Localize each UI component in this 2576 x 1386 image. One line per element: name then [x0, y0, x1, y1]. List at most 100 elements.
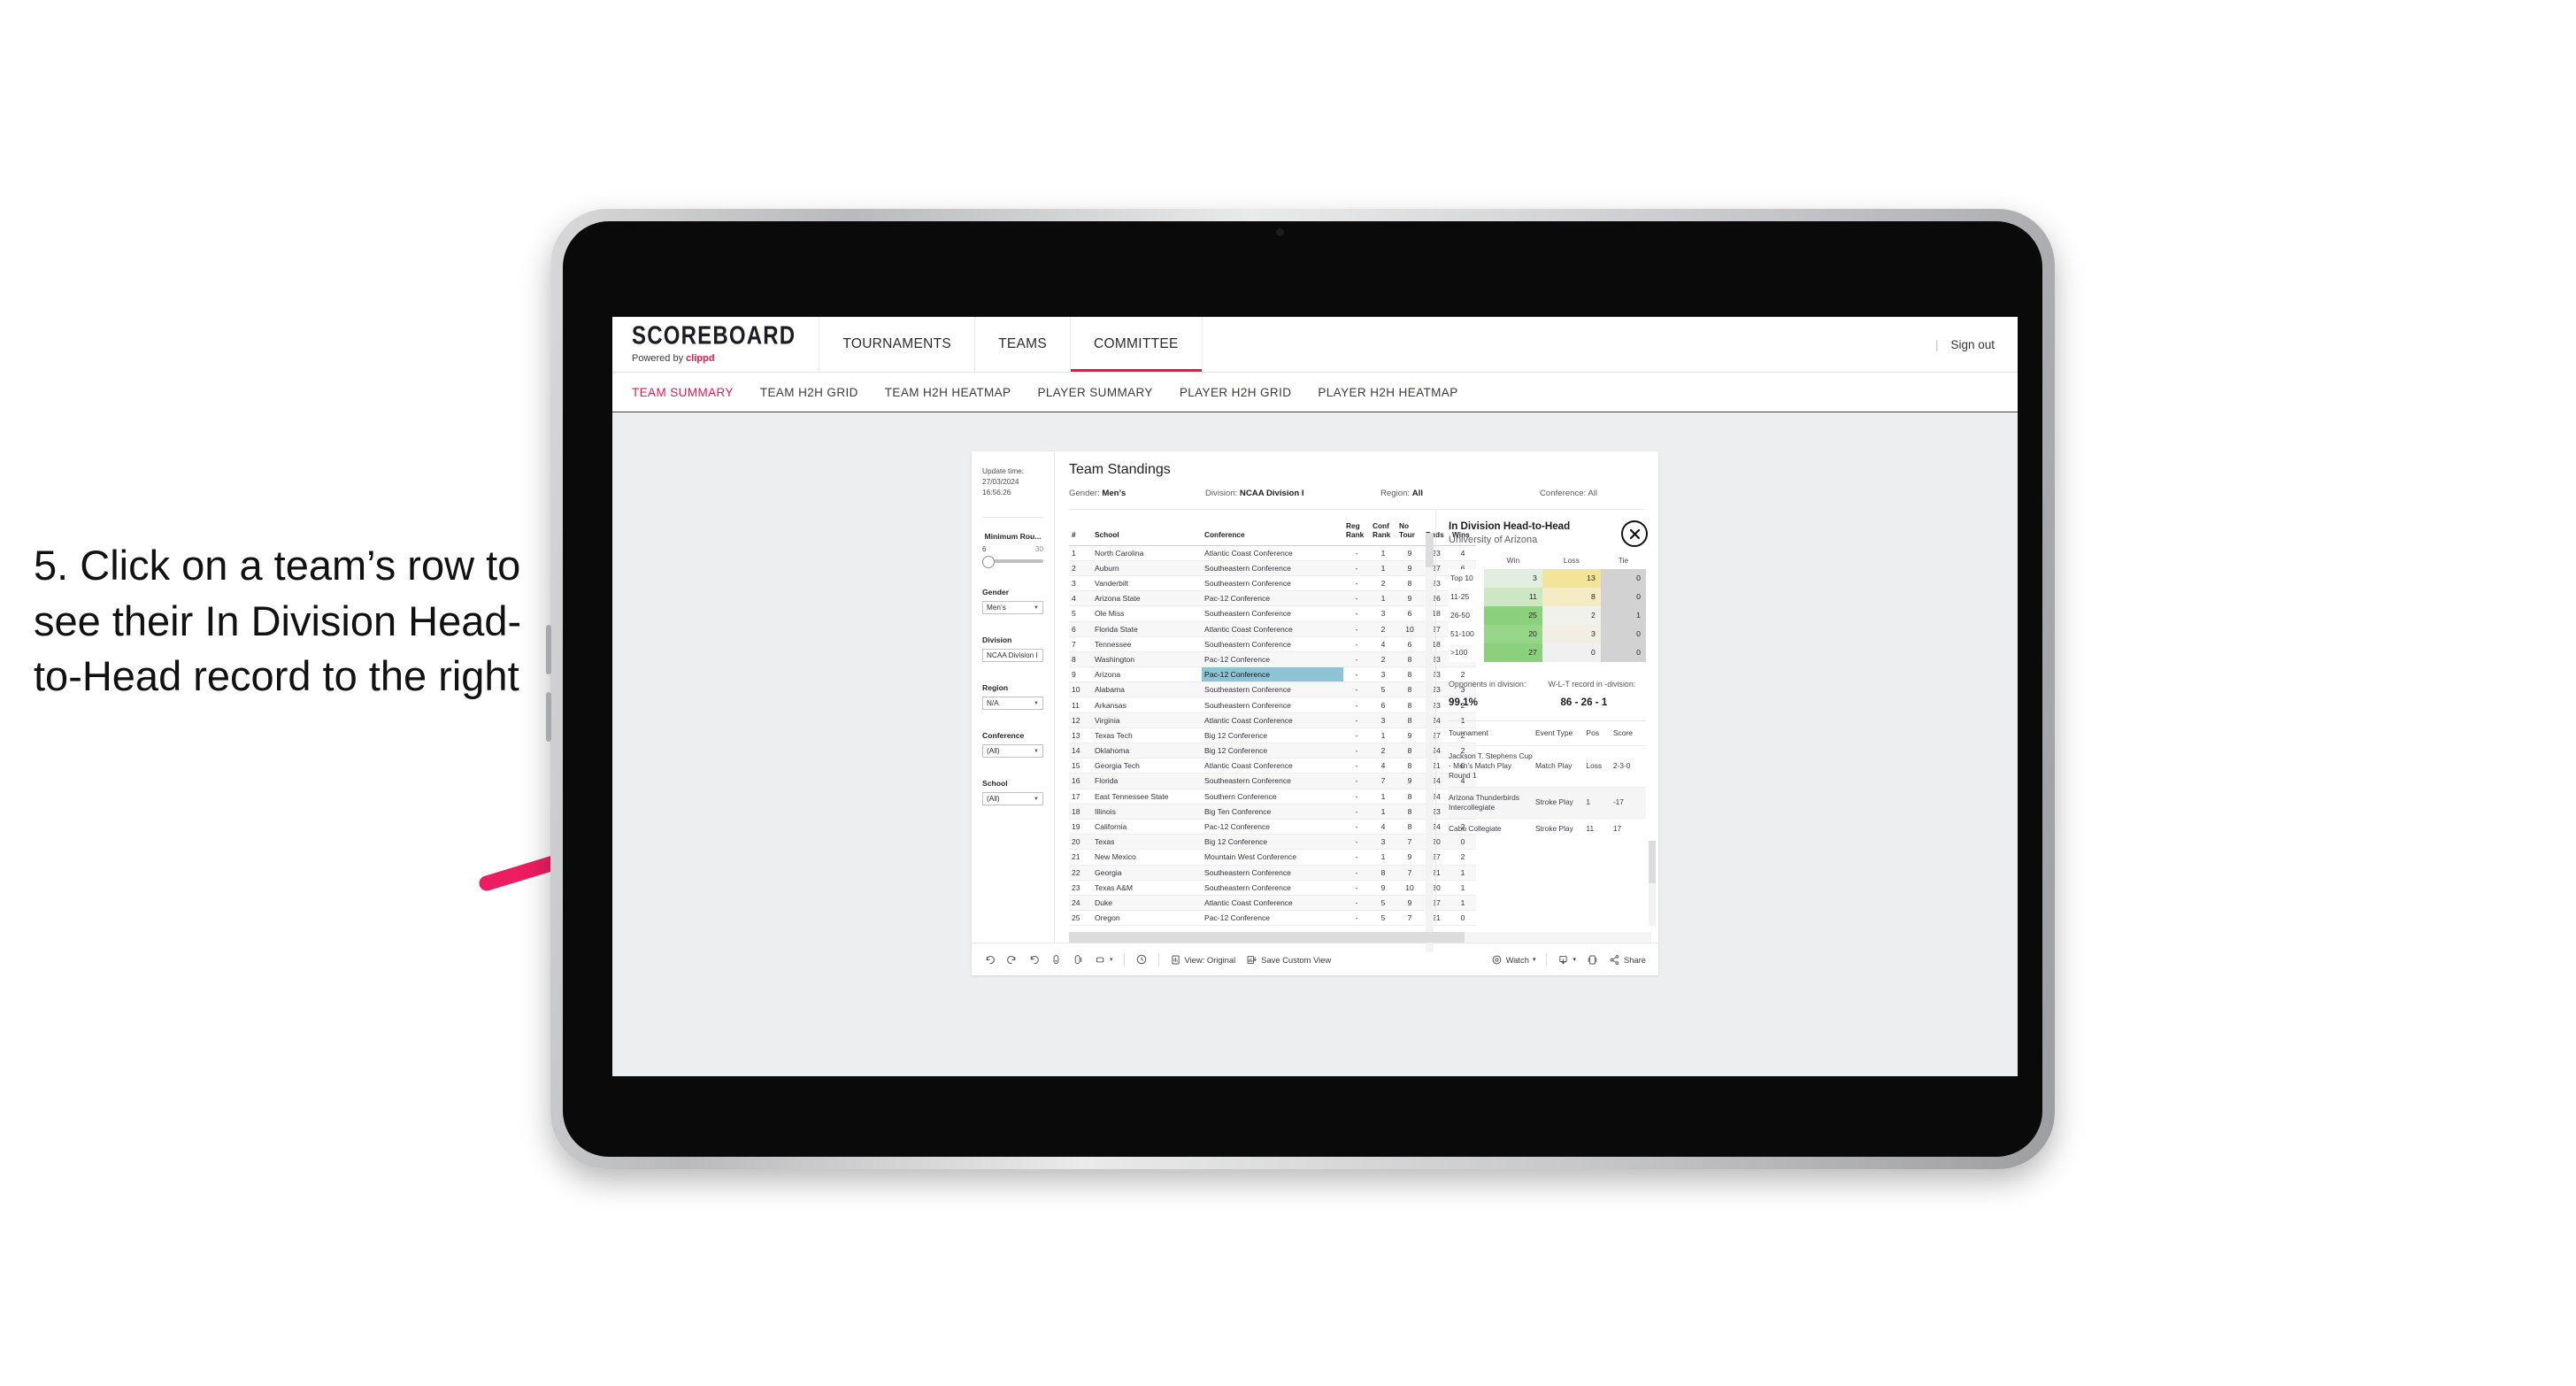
sign-out-link[interactable]: Sign out	[1950, 338, 1995, 351]
heatmap-cell[interactable]: 27	[1484, 643, 1542, 662]
table-row[interactable]: 1 North Carolina Atlantic Coast Conference…	[1069, 545, 1476, 561]
th-tournament[interactable]: Tournament	[1449, 721, 1535, 746]
nav-tournaments[interactable]: TOURNAMENTS	[819, 317, 976, 372]
heatmap-cell[interactable]: 25	[1484, 605, 1542, 625]
heatmap-cell[interactable]: 0	[1600, 568, 1646, 588]
slider-knob[interactable]	[982, 556, 995, 569]
th-no-tour[interactable]: No Tour	[1396, 519, 1423, 546]
table-row[interactable]: 7TennesseeSoutheastern Conference-46182	[1069, 636, 1476, 652]
undo-icon[interactable]	[984, 954, 996, 966]
th-reg-rank[interactable]: Reg Rank	[1343, 519, 1370, 546]
table-row[interactable]: 13 Texas Tech Big 12 Conference -1 9 27 2	[1069, 728, 1476, 744]
heatmap-cell[interactable]: 13	[1542, 568, 1601, 588]
tab-player-h2h-heatmap[interactable]: PLAYER H2H HEATMAP	[1318, 386, 1457, 399]
filter-school[interactable]: School (All) ▼	[982, 779, 1043, 806]
history-icon[interactable]	[1135, 953, 1148, 966]
watch-button[interactable]: Watch ▾	[1491, 954, 1535, 966]
table-row[interactable]: 23 Texas A&M Southeastern Conference -9 10 30…	[1069, 880, 1476, 896]
pause-auto-update-icon[interactable]	[1073, 954, 1084, 966]
scrollbar-thumb[interactable]	[1649, 841, 1656, 884]
heatmap-cell[interactable]: 0	[1600, 587, 1646, 606]
tab-team-h2h-heatmap[interactable]: TEAM H2H HEATMAP	[885, 386, 1011, 399]
scrollbar-thumb[interactable]	[1426, 533, 1434, 567]
scrollbar-thumb[interactable]	[1069, 932, 1465, 943]
table-row[interactable]: 6 Florida State Atlantic Coast Conference -…	[1069, 621, 1476, 637]
th-event-type[interactable]: Event Type	[1535, 721, 1586, 746]
table-row[interactable]: 20 Texas Big 12 Conference -3 7 20 0	[1069, 834, 1476, 851]
table-horizontal-scrollbar[interactable]	[1069, 932, 1651, 943]
heatmap-cell[interactable]: 11	[1484, 587, 1542, 606]
nav-teams[interactable]: TEAMS	[975, 317, 1071, 372]
table-row[interactable]: 21 New Mexico Mountain West Conference -1 9 2…	[1069, 849, 1476, 866]
th-rank[interactable]: #	[1069, 519, 1092, 546]
heatmap-cell[interactable]: 2	[1542, 605, 1601, 625]
tab-team-h2h-grid[interactable]: TEAM H2H GRID	[760, 386, 858, 399]
table-row[interactable]: 18IllinoisBig Ten Conference-18233	[1069, 804, 1476, 820]
heatmap-cell[interactable]: 0	[1600, 643, 1646, 662]
cell-conf-rank: 1	[1370, 789, 1396, 805]
table-row[interactable]: 3VanderbiltSoutheastern Conference-28235	[1069, 575, 1476, 592]
revert-icon[interactable]	[1028, 954, 1040, 966]
table-row[interactable]: 10 Alabama Southeastern Conference -5 8 23 3	[1069, 681, 1476, 698]
table-row[interactable]: 17 East Tennessee State Southern Conferenc…	[1069, 789, 1476, 805]
minimum-rounds-slider[interactable]	[982, 556, 1043, 569]
cell-reg-rank: -	[1343, 621, 1370, 637]
list-item[interactable]: Arizona Thunderbirds Intercollegiate Stro…	[1449, 786, 1646, 819]
th-conf-rank[interactable]: Conf Rank	[1370, 519, 1396, 546]
th-score[interactable]: Score	[1613, 721, 1646, 746]
fullscreen-icon[interactable]	[1587, 954, 1598, 966]
list-item[interactable]: Jackson T. Stephens Cup - Men’s Match Pl…	[1449, 744, 1646, 788]
table-row[interactable]: 19 California Pac-12 Conference -4 8 24 2	[1069, 819, 1476, 835]
list-item[interactable]: Cabo Collegiate Stroke Play 11 17	[1449, 818, 1646, 840]
heatmap-cell[interactable]: 0	[1542, 643, 1601, 662]
filter-gender[interactable]: Gender Men’s ▼	[982, 588, 1043, 615]
view-original-button[interactable]: View: Original	[1170, 954, 1235, 966]
filter-conference-select[interactable]: (All) ▼	[982, 744, 1043, 758]
heatmap-cell[interactable]: 3	[1542, 624, 1601, 643]
redo-icon[interactable]	[1006, 954, 1018, 966]
heatmap-cell[interactable]: 3	[1484, 568, 1542, 588]
table-row[interactable]: 24 Duke Atlantic Coast Conference -5 9 27 1	[1069, 895, 1476, 912]
share-button[interactable]: Share	[1609, 954, 1646, 966]
brand-logo[interactable]: SCOREBOARD Powered by clippd	[612, 317, 820, 372]
th-pos[interactable]: Pos	[1586, 721, 1612, 746]
filter-division-select[interactable]: NCAA Division I	[982, 649, 1043, 663]
download-button[interactable]: ▾	[1557, 954, 1576, 966]
save-custom-view-button[interactable]: Save Custom View	[1246, 954, 1331, 966]
table-row[interactable]: 14 Oklahoma Big 12 Conference -2 8 24 2	[1069, 743, 1476, 759]
table-row[interactable]: 25 Oregon Pac-12 Conference -5 7 21 0	[1069, 910, 1476, 927]
table-row[interactable]: 15 Georgia Tech Atlantic Coast Conference -…	[1069, 758, 1476, 774]
tab-player-summary[interactable]: PLAYER SUMMARY	[1037, 386, 1152, 399]
filter-minimum-rounds[interactable]: Minimum Rou... 6 30	[982, 532, 1043, 569]
close-circle-icon[interactable]	[1621, 520, 1648, 547]
nav-committee[interactable]: COMMITTEE	[1070, 317, 1203, 372]
th-conference[interactable]: Conference	[1202, 519, 1343, 546]
table-vertical-scrollbar[interactable]	[1426, 533, 1434, 952]
filter-school-select[interactable]: (All) ▼	[982, 792, 1043, 806]
device-layout-icon[interactable]: ▾	[1095, 954, 1113, 966]
table-row[interactable]: 9 Arizona Pac-12 Conference -3 8 23 2	[1069, 666, 1476, 683]
filter-region-select[interactable]: N/A ▼	[982, 697, 1043, 711]
filter-gender-select[interactable]: Men’s ▼	[982, 601, 1043, 615]
table-row[interactable]: 11 Arkansas Southeastern Conference -6 8 23 2	[1069, 697, 1476, 713]
th-school[interactable]: School	[1092, 519, 1202, 546]
table-row[interactable]: 22 Georgia Southeastern Conference -8 7 21 1	[1069, 865, 1476, 881]
filter-conference[interactable]: Conference (All) ▼	[982, 731, 1043, 758]
stat-opponents: Opponents in division: 99.1%	[1449, 680, 1537, 708]
table-row[interactable]: 8WashingtonPac-12 Conference-28231	[1069, 651, 1476, 668]
table-row[interactable]: 16 Florida Southeastern Conference -7 9 24 4	[1069, 773, 1476, 789]
heatmap-cell[interactable]: 1	[1600, 605, 1646, 625]
table-row[interactable]: 2 Auburn Southeastern Conference -1 9 27 6	[1069, 560, 1476, 576]
table-row[interactable]: 5Ole MissSoutheastern Conference-36181	[1069, 605, 1476, 622]
heatmap-cell[interactable]: 20	[1484, 624, 1542, 643]
tab-player-h2h-grid[interactable]: PLAYER H2H GRID	[1180, 386, 1292, 399]
filter-division[interactable]: Division NCAA Division I	[982, 635, 1043, 663]
heatmap-cell[interactable]: 8	[1542, 587, 1601, 606]
table-row[interactable]: 12 Virginia Atlantic Coast Conference -3 8 24…	[1069, 712, 1476, 728]
refresh-data-icon[interactable]	[1050, 954, 1062, 966]
tournaments-scrollbar[interactable]	[1649, 841, 1656, 927]
heatmap-cell[interactable]: 0	[1600, 624, 1646, 643]
tab-team-summary[interactable]: TEAM SUMMARY	[632, 386, 734, 399]
filter-region[interactable]: Region N/A ▼	[982, 683, 1043, 711]
table-row[interactable]: 4Arizona StatePac-12 Conference-19261	[1069, 590, 1476, 607]
